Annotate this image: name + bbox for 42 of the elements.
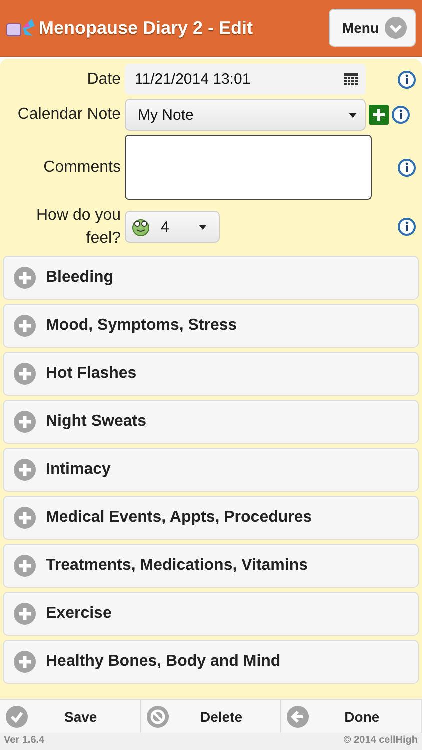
section-title: Intimacy: [46, 461, 111, 480]
section-title: Mood, Symptoms, Stress: [46, 317, 238, 336]
section-header[interactable]: Bleeding: [3, 256, 419, 300]
chevron-down-icon: [385, 17, 407, 39]
caret-icon: [349, 112, 357, 118]
section-header[interactable]: Night Sweats: [3, 400, 419, 444]
section-header[interactable]: Healthy Bones, Body and Mind: [3, 640, 419, 684]
section-header[interactable]: Exercise: [3, 592, 419, 636]
section-title: Exercise: [46, 605, 112, 624]
calendar-note-label: Calendar Note: [16, 106, 121, 124]
feel-dropdown[interactable]: 4: [125, 211, 220, 244]
date-field[interactable]: 11/21/2014 13:01: [125, 64, 366, 95]
copyright-text: © 2014 cellHigh: [344, 735, 418, 748]
caret-icon: [199, 224, 207, 230]
section-title: Medical Events, Appts, Procedures: [46, 509, 312, 528]
section-header[interactable]: Intimacy: [3, 448, 419, 492]
date-label: Date: [86, 70, 121, 88]
info-icon[interactable]: [392, 106, 410, 124]
app-title: Menopause Diary 2 - Edit: [39, 18, 254, 38]
comments-label: Comments: [42, 158, 121, 176]
section-title: Bleeding: [46, 269, 114, 288]
feel-label: How do you feel?: [36, 206, 121, 250]
section-title: Treatments, Medications, Vitamins: [46, 557, 308, 576]
info-icon[interactable]: [398, 218, 416, 236]
comments-field[interactable]: [125, 135, 372, 200]
check-icon: [6, 706, 28, 728]
info-icon[interactable]: [398, 70, 416, 88]
version-text: Ver 1.6.4: [4, 735, 45, 748]
calendar-note-dropdown[interactable]: My Note: [125, 99, 366, 131]
section-header[interactable]: Mood, Symptoms, Stress: [3, 304, 419, 348]
cancel-icon: [146, 706, 169, 728]
frog-face-icon: [131, 217, 151, 238]
section-title: Night Sweats: [46, 413, 146, 432]
section-title: Hot Flashes: [46, 365, 137, 384]
calendar-icon: [344, 72, 358, 86]
add-icon[interactable]: [369, 105, 389, 125]
section-header[interactable]: Treatments, Medications, Vitamins: [3, 544, 419, 588]
section-header[interactable]: Hot Flashes: [3, 352, 419, 396]
menu-button[interactable]: Menu: [329, 9, 416, 47]
section-title: Healthy Bones, Body and Mind: [46, 653, 281, 672]
info-icon[interactable]: [398, 158, 416, 176]
section-header[interactable]: Medical Events, Appts, Procedures: [3, 496, 419, 540]
